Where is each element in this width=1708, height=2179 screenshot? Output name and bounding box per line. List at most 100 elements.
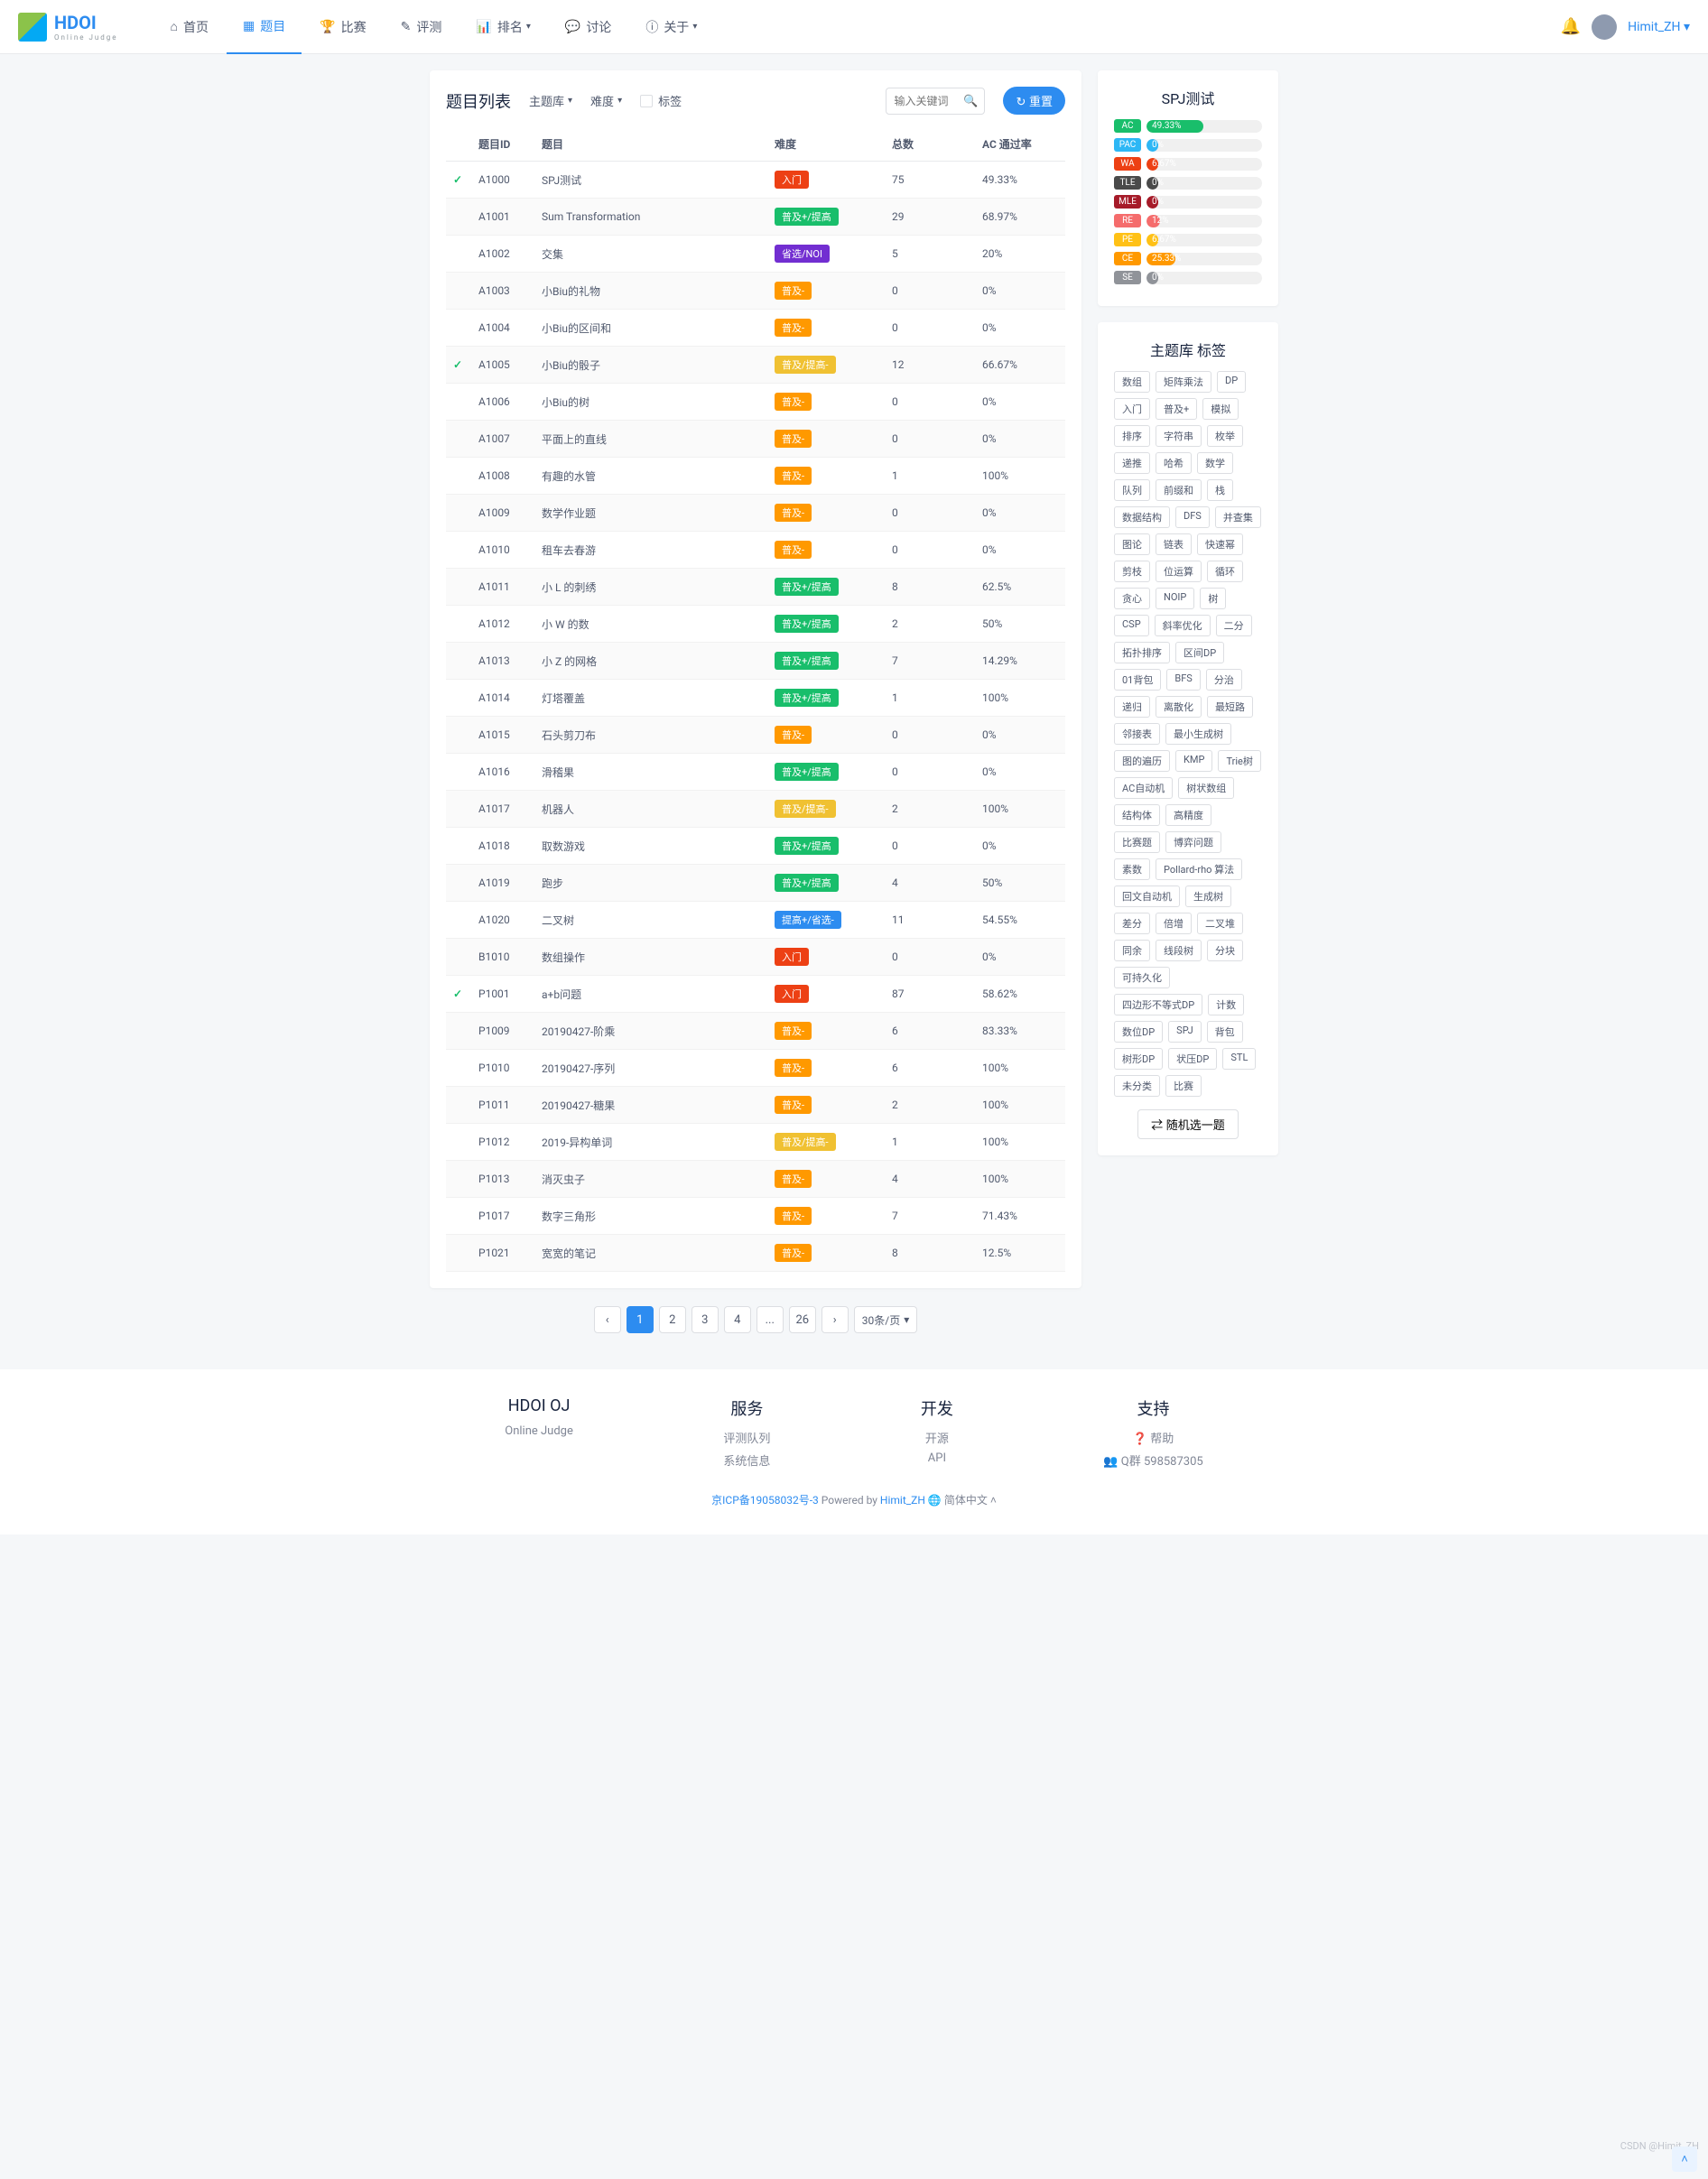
tag-DP[interactable]: DP xyxy=(1217,371,1246,393)
bell-icon[interactable]: 🔔 xyxy=(1561,17,1581,36)
pager-3[interactable]: 3 xyxy=(692,1306,719,1333)
table-row[interactable]: A1020二叉树提高+/省选-1154.55% xyxy=(446,902,1065,939)
problem-title[interactable]: 小 Z 的网格 xyxy=(534,643,767,680)
problem-title[interactable]: 消灭虫子 xyxy=(534,1161,767,1198)
tag-队列[interactable]: 队列 xyxy=(1114,479,1150,501)
table-row[interactable]: A1009数学作业题普及-00% xyxy=(446,495,1065,532)
footer-link[interactable]: Online Judge xyxy=(505,1424,573,1438)
tag-树状数组[interactable]: 树状数组 xyxy=(1178,777,1234,799)
pager-prev[interactable]: ‹ xyxy=(594,1306,621,1333)
tag-递归[interactable]: 递归 xyxy=(1114,696,1150,718)
tag-BFS[interactable]: BFS xyxy=(1166,669,1200,691)
table-row[interactable]: P1013消灭虫子普及-4100% xyxy=(446,1161,1065,1198)
tag-AC自动机[interactable]: AC自动机 xyxy=(1114,777,1173,799)
problem-title[interactable]: a+b问题 xyxy=(534,976,767,1013)
author-link[interactable]: Himit_ZH xyxy=(880,1494,925,1507)
pager-26[interactable]: 26 xyxy=(789,1306,816,1333)
table-row[interactable]: A1003小Biu的礼物普及-00% xyxy=(446,273,1065,310)
footer-link[interactable]: 开源 xyxy=(921,1429,953,1446)
tag-分块[interactable]: 分块 xyxy=(1207,940,1243,961)
nav-item-比赛[interactable]: 🏆比赛 xyxy=(303,0,382,54)
tag-Pollard-rho 算法[interactable]: Pollard-rho 算法 xyxy=(1156,858,1242,880)
tag-四边形不等式DP[interactable]: 四边形不等式DP xyxy=(1114,994,1202,1015)
tag-图论[interactable]: 图论 xyxy=(1114,533,1150,555)
nav-item-排名[interactable]: 📊排名▾ xyxy=(459,0,546,54)
tag-并查集[interactable]: 并查集 xyxy=(1215,506,1261,528)
tag-数据结构[interactable]: 数据结构 xyxy=(1114,506,1170,528)
problem-title[interactable]: 跑步 xyxy=(534,865,767,902)
problem-title[interactable]: 机器人 xyxy=(534,791,767,828)
tag-贪心[interactable]: 贪心 xyxy=(1114,588,1150,609)
tag-模拟[interactable]: 模拟 xyxy=(1202,398,1239,420)
tag-checkbox[interactable]: 标签 xyxy=(640,92,682,109)
problem-title[interactable]: 小 W 的数 xyxy=(534,606,767,643)
tag-位运算[interactable]: 位运算 xyxy=(1156,561,1202,582)
tag-可持久化[interactable]: 可持久化 xyxy=(1114,967,1170,988)
table-row[interactable]: A1002交集省选/NOI520% xyxy=(446,236,1065,273)
table-row[interactable]: A1010租车去春游普及-00% xyxy=(446,532,1065,569)
pager-2[interactable]: 2 xyxy=(659,1306,686,1333)
lang-select[interactable]: 简体中文 ˄ xyxy=(944,1494,997,1507)
tag-NOIP[interactable]: NOIP xyxy=(1156,588,1194,609)
tag-循环[interactable]: 循环 xyxy=(1207,561,1243,582)
tag-未分类[interactable]: 未分类 xyxy=(1114,1075,1160,1097)
table-row[interactable]: A1013小 Z 的网格普及+/提高714.29% xyxy=(446,643,1065,680)
nav-item-关于[interactable]: ⓘ关于▾ xyxy=(629,0,713,54)
tag-结构体[interactable]: 结构体 xyxy=(1114,804,1160,826)
footer-link[interactable]: 评测队列 xyxy=(723,1429,770,1446)
tag-高精度[interactable]: 高精度 xyxy=(1165,804,1211,826)
problem-title[interactable]: 20190427-序列 xyxy=(534,1050,767,1087)
tag-矩阵乘法[interactable]: 矩阵乘法 xyxy=(1156,371,1211,393)
pager-4[interactable]: 4 xyxy=(724,1306,751,1333)
problem-title[interactable]: 石头剪刀布 xyxy=(534,717,767,754)
table-row[interactable]: ✓A1000SPJ测试入门7549.33% xyxy=(446,162,1065,199)
tag-DFS[interactable]: DFS xyxy=(1175,506,1210,528)
tag-比赛题[interactable]: 比赛题 xyxy=(1114,831,1160,853)
tag-STL[interactable]: STL xyxy=(1222,1048,1256,1070)
footer-link[interactable]: 系统信息 xyxy=(723,1451,770,1469)
avatar[interactable] xyxy=(1592,14,1617,40)
tag-素数[interactable]: 素数 xyxy=(1114,858,1150,880)
problem-title[interactable]: 数组操作 xyxy=(534,939,767,976)
tag-递推[interactable]: 递推 xyxy=(1114,452,1150,474)
problem-title[interactable]: 平面上的直线 xyxy=(534,421,767,458)
tag-排序[interactable]: 排序 xyxy=(1114,425,1150,447)
footer-link[interactable]: ❓ 帮助 xyxy=(1103,1429,1202,1446)
tag-栈[interactable]: 栈 xyxy=(1207,479,1233,501)
tag-二分[interactable]: 二分 xyxy=(1216,615,1252,636)
table-row[interactable]: A1012小 W 的数普及+/提高250% xyxy=(446,606,1065,643)
problem-title[interactable]: 灯塔覆盖 xyxy=(534,680,767,717)
problem-title[interactable]: 数字三角形 xyxy=(534,1198,767,1235)
table-row[interactable]: P100920190427-阶乘普及-683.33% xyxy=(446,1013,1065,1050)
tag-剪枝[interactable]: 剪枝 xyxy=(1114,561,1150,582)
problem-title[interactable]: SPJ测试 xyxy=(534,162,767,199)
tag-最小生成树[interactable]: 最小生成树 xyxy=(1165,723,1231,745)
table-row[interactable]: A1016滑稽果普及+/提高00% xyxy=(446,754,1065,791)
tag-拓扑排序[interactable]: 拓扑排序 xyxy=(1114,642,1170,663)
problem-title[interactable]: 小Biu的礼物 xyxy=(534,273,767,310)
pager-next[interactable]: › xyxy=(822,1306,849,1333)
search-icon[interactable]: 🔍 xyxy=(963,95,978,108)
tag-字符串[interactable]: 字符串 xyxy=(1156,425,1202,447)
tag-数组[interactable]: 数组 xyxy=(1114,371,1150,393)
problem-title[interactable]: 2019-异构单词 xyxy=(534,1124,767,1161)
footer-link[interactable]: 👥 Q群 598587305 xyxy=(1103,1451,1202,1469)
tag-数学[interactable]: 数学 xyxy=(1197,452,1233,474)
username[interactable]: Himit_ZH ▾ xyxy=(1628,20,1690,34)
problem-title[interactable]: 租车去春游 xyxy=(534,532,767,569)
tag-斜率优化[interactable]: 斜率优化 xyxy=(1155,615,1211,636)
table-row[interactable]: P1017数字三角形普及-771.43% xyxy=(446,1198,1065,1235)
tag-Trie树[interactable]: Trie树 xyxy=(1218,750,1260,772)
problem-title[interactable]: Sum Transformation xyxy=(534,199,767,236)
diff-select[interactable]: 难度▾ xyxy=(590,92,622,109)
table-row[interactable]: A1015石头剪刀布普及-00% xyxy=(446,717,1065,754)
tag-CSP[interactable]: CSP xyxy=(1114,615,1149,636)
tag-线段树[interactable]: 线段树 xyxy=(1156,940,1202,961)
table-row[interactable]: A1011小 L 的刺绣普及+/提高862.5% xyxy=(446,569,1065,606)
table-row[interactable]: ✓P1001a+b问题入门8758.62% xyxy=(446,976,1065,1013)
table-row[interactable]: A1018取数游戏普及+/提高00% xyxy=(446,828,1065,865)
tag-普及+[interactable]: 普及+ xyxy=(1156,398,1197,420)
table-row[interactable]: A1014灯塔覆盖普及+/提高1100% xyxy=(446,680,1065,717)
nav-item-讨论[interactable]: 💬讨论 xyxy=(549,0,627,54)
tag-背包[interactable]: 背包 xyxy=(1207,1021,1243,1043)
